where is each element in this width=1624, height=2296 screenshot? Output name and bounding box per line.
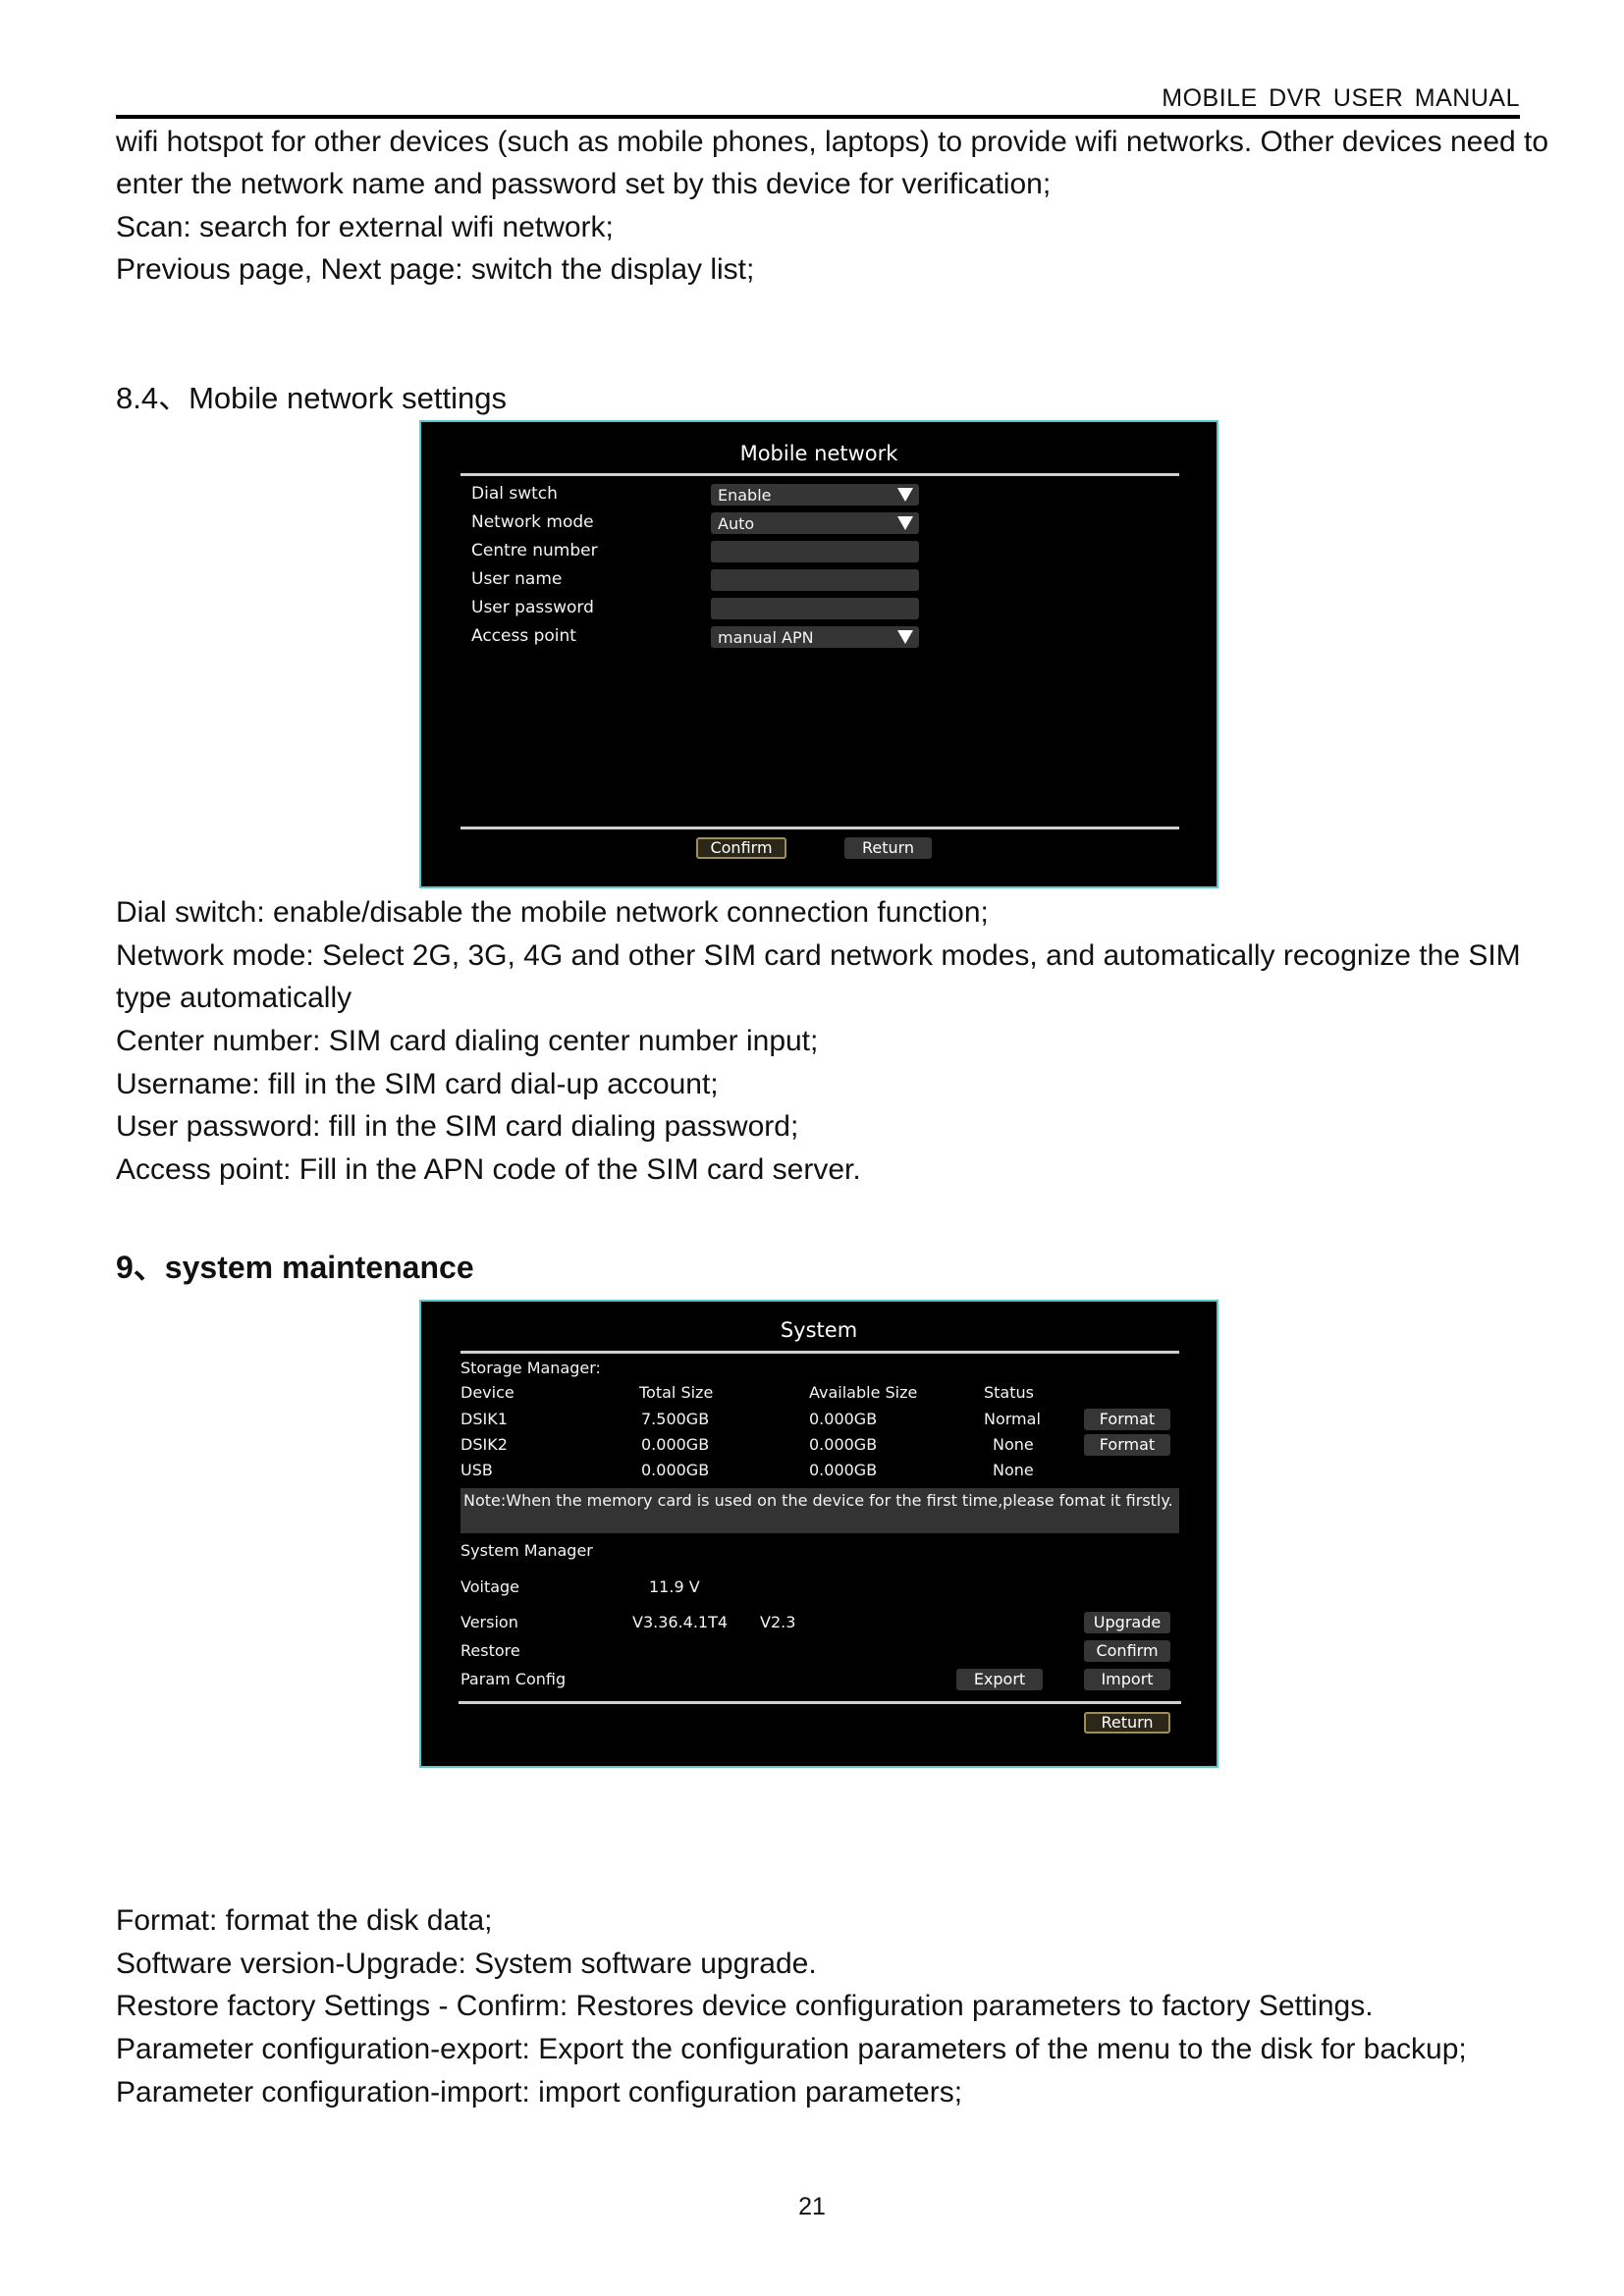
restore-confirm-button[interactable]: Confirm	[1084, 1640, 1170, 1662]
section-heading-8-4: 8.4、Mobile network settings	[116, 381, 508, 415]
centre-number-label: Centre number	[471, 541, 598, 561]
voltage-value: 11.9 V	[649, 1577, 700, 1596]
confirm-button[interactable]: Confirm	[696, 837, 786, 859]
body-text-line: enter the network name and password set …	[116, 168, 1052, 200]
version-label: Version	[460, 1613, 518, 1631]
title-rule	[460, 473, 1179, 476]
body-text-line: type automatically	[116, 982, 352, 1014]
network-mode-value: Auto	[718, 514, 755, 533]
body-text-line: wifi hotspot for other devices (such as …	[116, 126, 1549, 158]
dropdown-arrow-icon	[897, 516, 913, 530]
dial-switch-value: Enable	[718, 486, 772, 505]
body-text-line: Parameter configuration-import: import c…	[116, 2076, 963, 2109]
system-manager-title: System Manager	[460, 1541, 593, 1560]
dropdown-arrow-icon	[897, 630, 913, 644]
device-name: USB	[460, 1461, 493, 1479]
network-mode-dropdown[interactable]: Auto	[711, 512, 919, 534]
user-name-label: User name	[471, 569, 563, 589]
version-value-main: V3.36.4.1T4	[632, 1613, 729, 1631]
user-password-label: User password	[471, 598, 594, 617]
panel-title: System	[780, 1318, 858, 1342]
device-name: DSIK2	[460, 1435, 508, 1454]
panel-title: Mobile network	[739, 442, 898, 465]
device-status: None	[993, 1435, 1034, 1454]
device-status: None	[993, 1461, 1034, 1479]
available-size: 0.000GB	[809, 1435, 878, 1454]
dial-switch-dropdown[interactable]: Enable	[711, 484, 919, 506]
column-header-available-size: Available Size	[809, 1383, 918, 1402]
access-point-label: Access point	[471, 626, 576, 646]
footer-rule	[459, 1701, 1181, 1704]
available-size: 0.000GB	[809, 1461, 878, 1479]
body-text-line: Restore factory Settings - Confirm: Rest…	[116, 1990, 1374, 2022]
column-header-device: Device	[460, 1383, 514, 1402]
access-point-dropdown[interactable]: manual APN	[711, 626, 919, 648]
upgrade-button[interactable]: Upgrade	[1084, 1612, 1170, 1633]
body-text-line: Scan: search for external wifi network;	[116, 211, 614, 243]
format-disk1-button[interactable]: Format	[1084, 1409, 1170, 1430]
version-value-secondary: V2.3	[760, 1613, 796, 1631]
footer-rule	[460, 827, 1179, 829]
total-size: 0.000GB	[641, 1461, 710, 1479]
body-text-line: Username: fill in the SIM card dial-up a…	[116, 1068, 719, 1100]
centre-number-input[interactable]	[711, 541, 919, 562]
voltage-label: Voitage	[460, 1577, 520, 1596]
dropdown-arrow-icon	[897, 488, 913, 502]
header-rule	[116, 115, 1520, 119]
column-header-status: Status	[984, 1383, 1034, 1402]
storage-manager-title: Storage Manager:	[460, 1359, 601, 1377]
available-size: 0.000GB	[809, 1410, 878, 1428]
access-point-value: manual APN	[718, 628, 814, 647]
column-header-total-size: Total Size	[639, 1383, 714, 1402]
dial-switch-label: Dial swtch	[471, 484, 558, 504]
body-text-line: Network mode: Select 2G, 3G, 4G and othe…	[116, 939, 1521, 972]
export-button[interactable]: Export	[956, 1669, 1043, 1690]
body-text-line: Previous page, Next page: switch the dis…	[116, 253, 755, 286]
section-heading-9: 9、system maintenance	[116, 1250, 474, 1285]
body-text-line: Parameter configuration-export: Export t…	[116, 2033, 1467, 2065]
user-name-input[interactable]	[711, 569, 919, 591]
system-panel: System Storage Manager: Device Total Siz…	[419, 1300, 1218, 1768]
title-rule	[460, 1351, 1179, 1354]
body-text-line: Access point: Fill in the APN code of th…	[116, 1153, 861, 1186]
total-size: 7.500GB	[641, 1410, 710, 1428]
body-text-line: Format: format the disk data;	[116, 1904, 493, 1937]
import-button[interactable]: Import	[1084, 1669, 1170, 1690]
format-note: Note:When the memory card is used on the…	[460, 1488, 1179, 1533]
format-disk2-button[interactable]: Format	[1084, 1434, 1170, 1456]
body-text-line: Center number: SIM card dialing center n…	[116, 1025, 819, 1057]
running-header: MOBILE DVR USER MANUAL	[1162, 84, 1520, 112]
page-number: 21	[798, 2193, 826, 2220]
mobile-network-panel: Mobile network Dial swtch Enable Network…	[419, 420, 1218, 888]
restore-label: Restore	[460, 1641, 520, 1660]
body-text-line: User password: fill in the SIM card dial…	[116, 1110, 799, 1143]
param-config-label: Param Config	[460, 1670, 567, 1688]
return-button[interactable]: Return	[844, 837, 932, 859]
network-mode-label: Network mode	[471, 512, 594, 532]
body-text-line: Software version-Upgrade: System softwar…	[116, 1948, 817, 1980]
device-name: DSIK1	[460, 1410, 508, 1428]
return-button[interactable]: Return	[1084, 1712, 1170, 1734]
device-status: Normal	[984, 1410, 1041, 1428]
body-text-line: Dial switch: enable/disable the mobile n…	[116, 896, 989, 929]
total-size: 0.000GB	[641, 1435, 710, 1454]
user-password-input[interactable]	[711, 598, 919, 619]
